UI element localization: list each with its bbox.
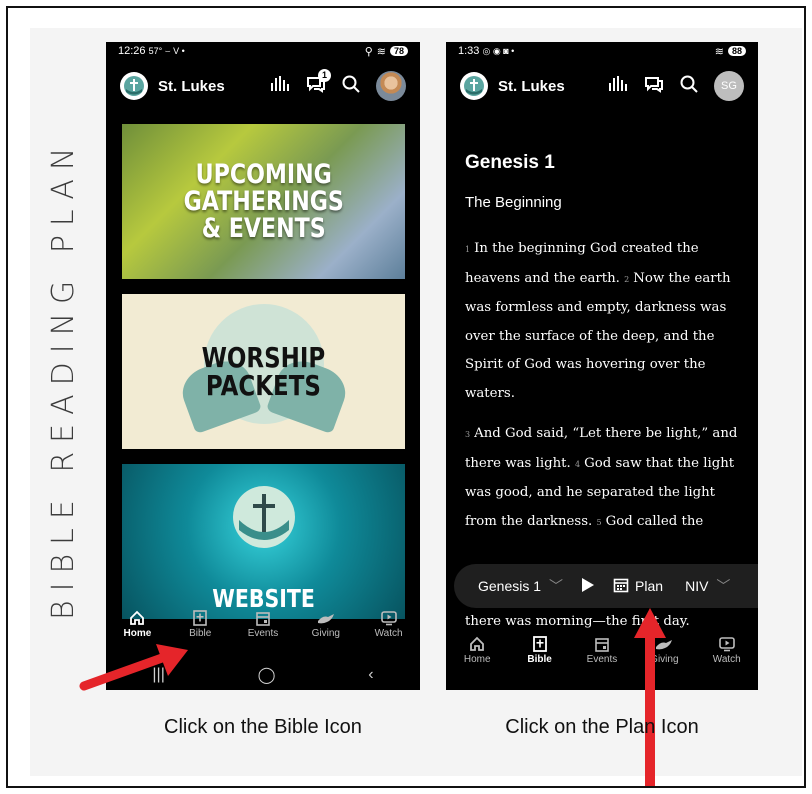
battery-badge: 88 (727, 46, 746, 56)
tab-label: Events (247, 628, 279, 639)
verse-number: 3 (465, 430, 471, 439)
audio-bars-icon[interactable] (608, 75, 628, 98)
verse-text[interactable]: Now the earth was formless and empty, da… (465, 271, 731, 401)
home-nav-icon[interactable]: ◯ (258, 665, 276, 685)
tab-home[interactable]: Home (449, 634, 505, 665)
cross-hands-icon (239, 494, 289, 540)
calendar-icon (594, 634, 610, 654)
status-bar: 1:33 ◎ ◉ ◙ • ≋ 88 (446, 42, 758, 60)
card-website[interactable]: WEBSITE (122, 464, 405, 619)
verse-number: 2 (624, 274, 630, 284)
messages-icon[interactable] (644, 75, 664, 98)
right-phone-screen: 1:33 ◎ ◉ ◙ • ≋ 88 St. Lukes SG Genesis 1 … (446, 42, 758, 690)
plan-label: Plan (635, 578, 664, 594)
caption-left: Click on the Bible Icon (164, 716, 362, 738)
wifi-icon: ≋ (376, 45, 386, 58)
card-title-line: PACKETS (205, 368, 322, 402)
bottom-tab-bar: Home Bible Events Giving Watch (446, 634, 758, 676)
calendar-icon (613, 577, 629, 596)
search-icon[interactable] (342, 75, 360, 98)
avatar[interactable]: SG (714, 71, 744, 101)
home-icon (129, 608, 145, 628)
card-title-line: & EVENTS (201, 213, 326, 244)
wifi-icon: ≋ (714, 45, 724, 58)
tab-label: Events (586, 654, 618, 665)
location-icon: ⚲ (364, 45, 373, 58)
left-phone-screen: 12:26 57° ⌣ V • ⚲ ≋ 78 St. Lukes 1 UPCOMIN… (106, 42, 420, 690)
card-title-line: WEBSITE (212, 584, 315, 613)
caption-right: Click on the Plan Icon (505, 716, 699, 738)
avatar[interactable] (376, 71, 406, 101)
arrow-to-plan-icon (634, 608, 666, 786)
app-name: St. Lukes (158, 77, 225, 95)
tab-events[interactable]: Events (574, 634, 630, 665)
verse-number: 1 (465, 245, 471, 254)
tab-home[interactable]: Home (109, 608, 165, 639)
card-worship-packets[interactable]: WORSHIP PACKETS (122, 294, 405, 449)
verse-paragraph: 1 In the beginning God created the heaven… (465, 235, 745, 408)
chapter-selector[interactable]: Genesis 1 (478, 578, 541, 594)
chapter-title: Genesis 1 (465, 152, 555, 173)
search-icon[interactable] (680, 75, 698, 98)
card-title-line: WORSHIP (201, 340, 326, 374)
bible-reader: Genesis 1 The Beginning 1 In the beginnin… (465, 152, 745, 549)
battery-badge: 78 (389, 46, 408, 56)
tab-label: Home (463, 654, 491, 665)
tab-label: Home (123, 628, 152, 639)
status-extra: ◎ ◉ ◙ • (482, 46, 515, 56)
status-bar: 12:26 57° ⌣ V • ⚲ ≋ 78 (106, 42, 420, 60)
plan-button[interactable]: Plan (613, 577, 663, 596)
app-name: St. Lukes (498, 77, 565, 95)
version-selector[interactable]: NIV (685, 578, 708, 594)
card-title-line: GATHERINGS (183, 186, 344, 217)
watch-icon (718, 634, 735, 654)
tab-watch[interactable]: Watch (361, 608, 417, 639)
audio-bars-icon[interactable] (270, 75, 290, 98)
card-title-line: UPCOMING (195, 159, 332, 190)
bible-icon (532, 634, 548, 654)
section-heading: The Beginning (465, 194, 562, 211)
tab-label: Bible (527, 654, 552, 665)
church-logo-icon[interactable] (460, 72, 488, 100)
card-upcoming-gatherings[interactable]: UPCOMING GATHERINGS & EVENTS (122, 124, 405, 279)
verse-text[interactable]: God called the (606, 514, 704, 529)
tab-label: Bible (189, 628, 212, 639)
watch-icon (380, 608, 397, 628)
church-logo-icon[interactable] (120, 72, 148, 100)
audio-player-bar: Genesis 1 ﹀ Plan NIV ﹀ (454, 564, 758, 608)
home-icon (469, 634, 485, 654)
tab-label: Giving (311, 628, 340, 639)
giving-hand-icon (317, 608, 335, 628)
notification-badge: 1 (318, 68, 331, 82)
tab-label: Watch (374, 628, 403, 639)
messages-icon[interactable]: 1 (306, 68, 331, 98)
status-extra: 57° ⌣ V • (148, 46, 185, 56)
arrow-to-bible-icon (79, 644, 188, 691)
status-time: 1:33 (458, 45, 480, 57)
verse-number: 4 (574, 459, 581, 469)
status-time: 12:26 (118, 45, 146, 57)
app-header: St. Lukes SG (446, 68, 758, 104)
verse-number: 5 (596, 517, 602, 527)
app-header: St. Lukes 1 (106, 68, 420, 104)
side-title: BIBLE READING PLAN (46, 138, 81, 620)
chevron-down-icon[interactable]: ﹀ (549, 576, 563, 596)
tab-bible[interactable]: Bible (512, 634, 568, 665)
play-icon[interactable] (581, 577, 595, 596)
chevron-down-icon[interactable]: ﹀ (716, 576, 730, 596)
tab-watch[interactable]: Watch (699, 634, 755, 665)
tab-label: Watch (712, 654, 741, 665)
bible-icon (192, 608, 208, 628)
verse-paragraph: 3 And God said, “Let there be light,” and… (465, 420, 745, 537)
back-icon[interactable]: ‹ (368, 666, 373, 684)
